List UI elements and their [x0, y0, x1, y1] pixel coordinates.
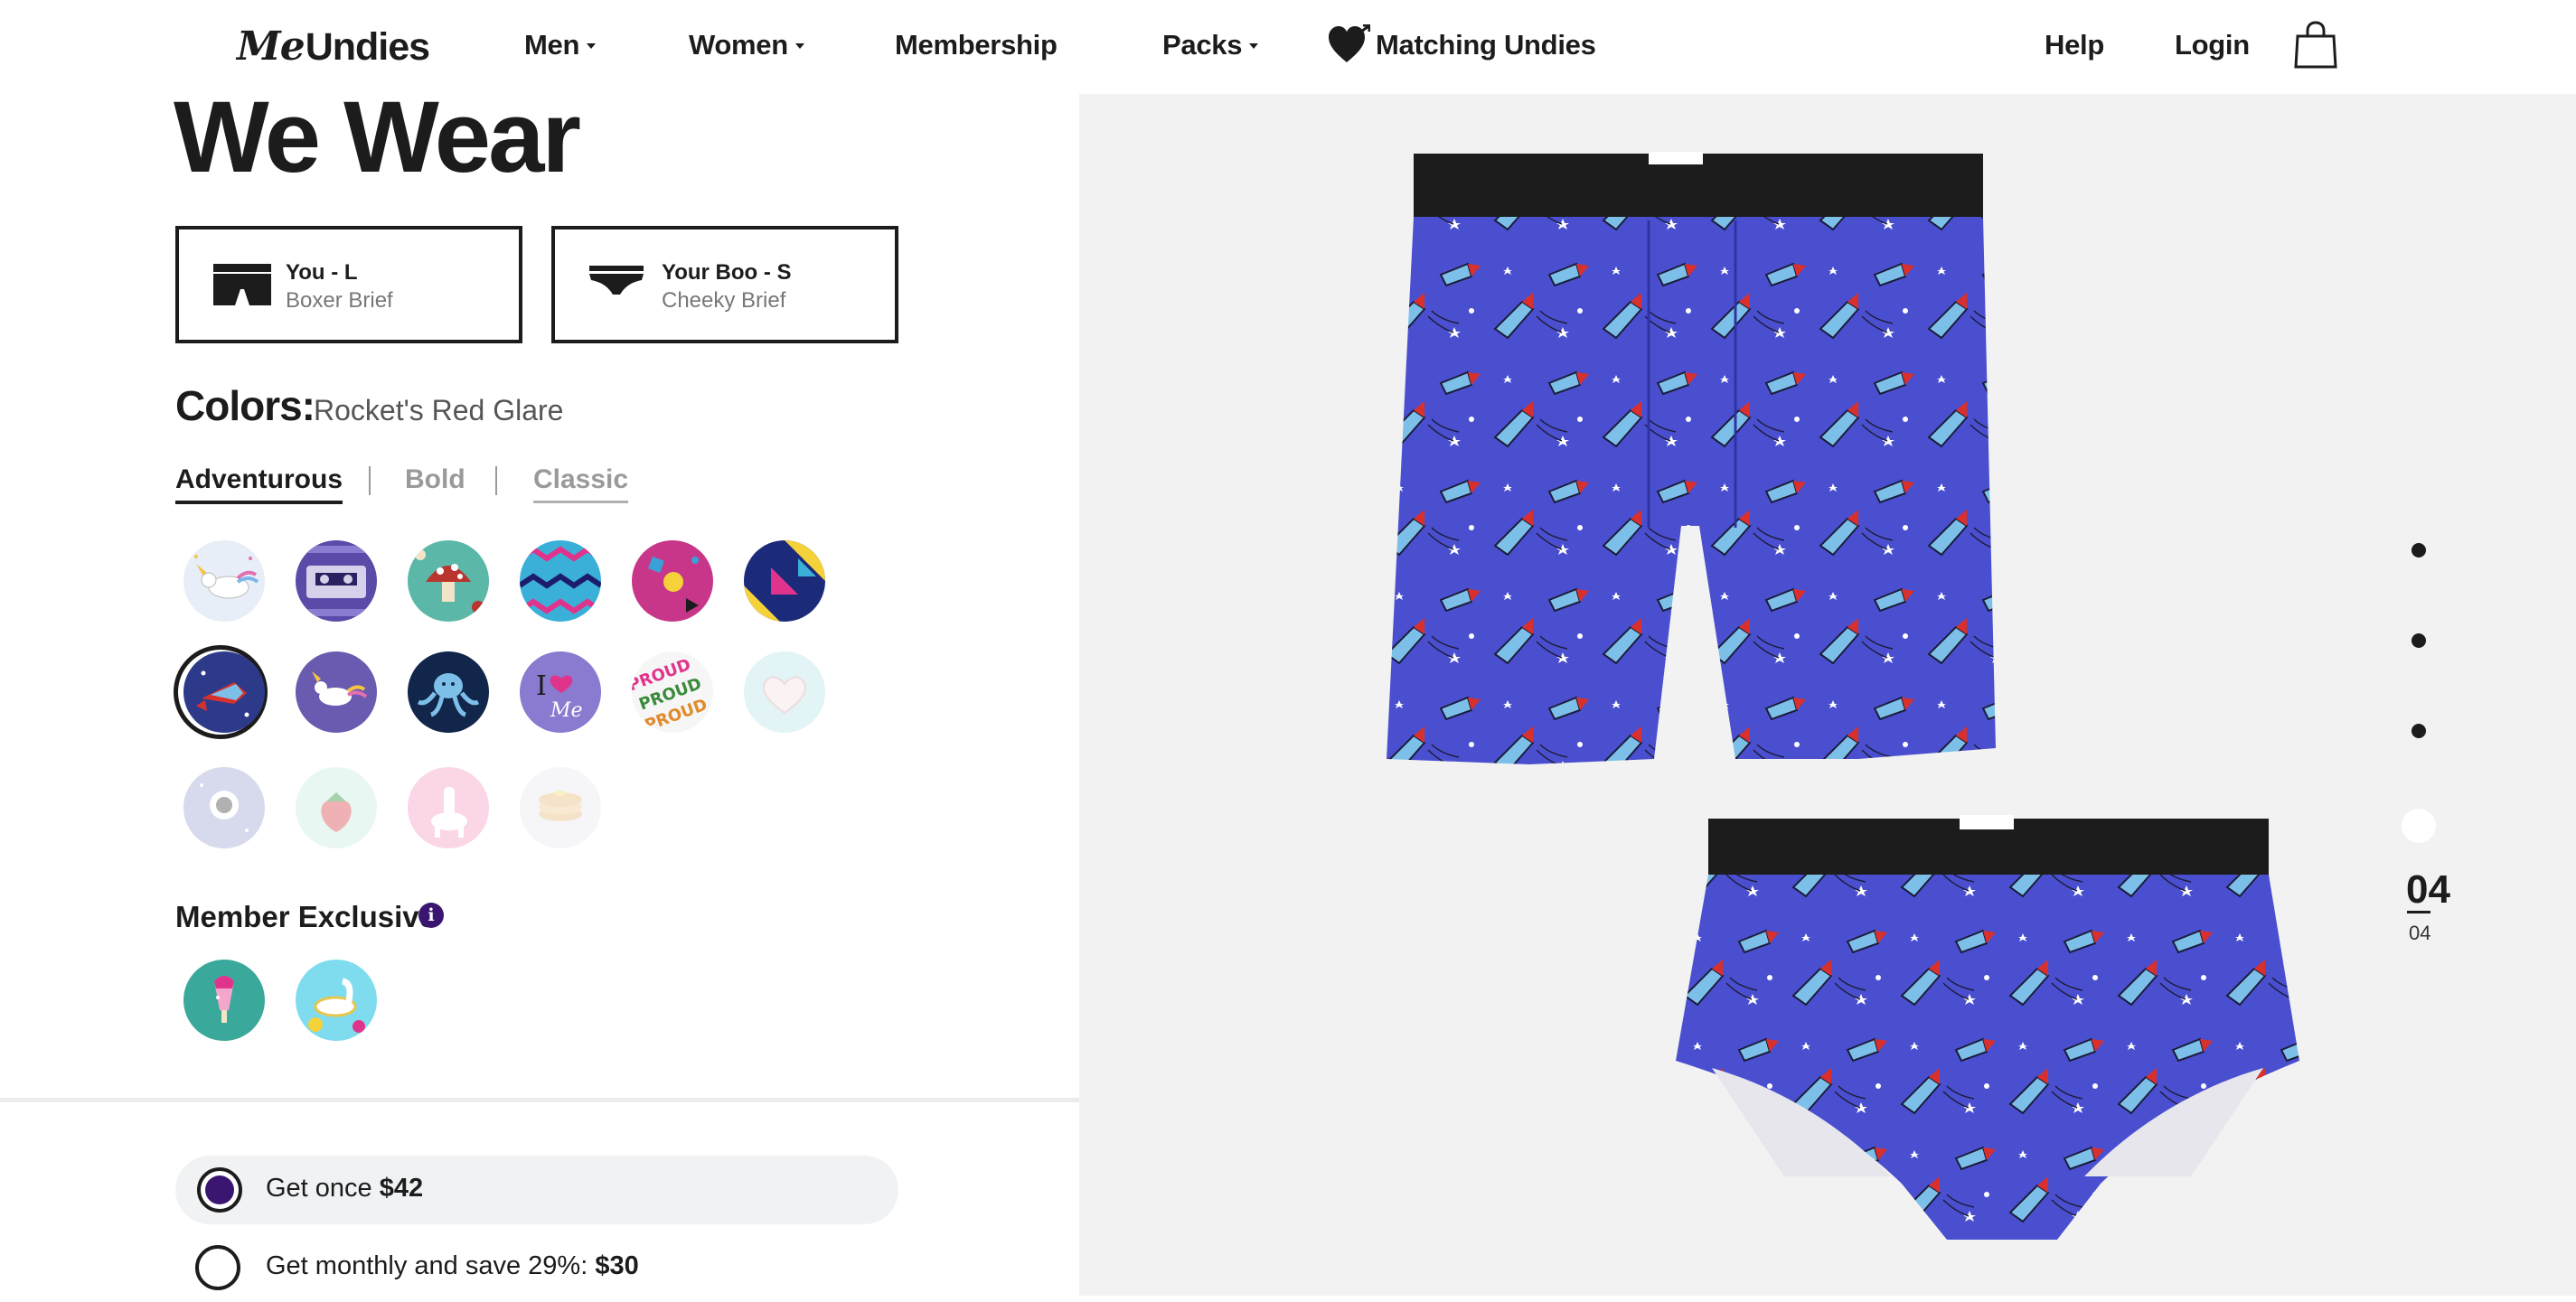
- purchase-once-price: $42: [379, 1174, 424, 1203]
- swatch-pastel-heart[interactable]: [744, 651, 825, 733]
- swatch-cassette[interactable]: [296, 540, 377, 622]
- swatch-retro-zigzag[interactable]: [520, 540, 601, 622]
- logo-undies: Undies: [305, 25, 430, 69]
- swatch-strawberry[interactable]: [296, 767, 377, 848]
- swatch-rockets-red-glare[interactable]: [183, 651, 265, 733]
- info-icon[interactable]: i: [418, 903, 444, 928]
- chevron-down-icon: [587, 43, 597, 49]
- nav-membership[interactable]: Membership: [895, 25, 1058, 65]
- swatch-i-heart-me[interactable]: I Me: [520, 651, 601, 733]
- login-label: Login: [2175, 29, 2250, 61]
- swatch-swan-floatie[interactable]: [296, 960, 377, 1041]
- site-header: Me Undies Men Women Membership Packs Matc…: [0, 0, 2576, 94]
- gallery-dot-3[interactable]: [2411, 724, 2426, 738]
- swatch-pancakes[interactable]: [520, 767, 601, 848]
- fit-boo-style: Cheeky Brief: [662, 288, 786, 313]
- meundies-logo[interactable]: Me Undies: [237, 23, 430, 70]
- swatch-llama[interactable]: [408, 767, 489, 848]
- heart-arrow-icon: [1329, 24, 1370, 62]
- nav-women[interactable]: Women: [689, 25, 804, 65]
- page-heading: We Wear: [174, 80, 581, 193]
- swatch-memphis-pink[interactable]: [632, 540, 713, 622]
- member-exclusive-label: Member Exclusive: [175, 900, 436, 933]
- radio-monthly[interactable]: [195, 1245, 240, 1290]
- shopping-bag-icon[interactable]: [2294, 20, 2337, 69]
- gallery-dot-1[interactable]: [2411, 543, 2426, 557]
- tab-classic[interactable]: Classic: [533, 464, 629, 503]
- svg-text:Me: Me: [550, 699, 583, 722]
- purchase-option-monthly[interactable]: Get monthly and save 29%: $30: [175, 1233, 898, 1302]
- purchase-monthly-price: $30: [595, 1251, 639, 1280]
- radio-once[interactable]: [197, 1167, 242, 1213]
- help-link[interactable]: Help: [2045, 25, 2104, 65]
- nav-matching-undies[interactable]: Matching Undies: [1327, 24, 1596, 65]
- nav-men[interactable]: Men: [524, 25, 597, 65]
- fit-you-style: Boxer Brief: [286, 288, 393, 313]
- purchase-once-label: Get once: [266, 1174, 380, 1203]
- logo-me: Me: [237, 23, 306, 70]
- section-divider: [0, 1098, 1079, 1102]
- help-label: Help: [2045, 29, 2104, 61]
- tab-divider: [495, 466, 497, 495]
- nav-matching-undies-label: Matching Undies: [1376, 29, 1596, 61]
- boxer-brief-icon: [213, 264, 271, 305]
- nav-packs[interactable]: Packs: [1162, 25, 1259, 65]
- purchase-monthly-label: Get monthly and save 29%:: [266, 1251, 596, 1280]
- swatch-geo-triangles[interactable]: [744, 540, 825, 622]
- nav-packs-label: Packs: [1162, 29, 1243, 61]
- swatch-proud[interactable]: PROUD PROUD PROUD: [632, 651, 713, 733]
- gallery-current-slide: 04: [2406, 867, 2450, 912]
- chevron-down-icon: [1249, 43, 1259, 49]
- gallery-dot-2[interactable]: [2411, 633, 2426, 648]
- tab-divider: [369, 466, 371, 495]
- colors-label: Colors:: [175, 382, 315, 429]
- nav-men-label: Men: [524, 29, 580, 61]
- swatch-ice-pop[interactable]: [183, 960, 265, 1041]
- swatch-unicorn[interactable]: [183, 540, 265, 622]
- product-image-panel: [1079, 94, 2576, 1296]
- tab-adventurous[interactable]: Adventurous: [175, 464, 343, 504]
- fit-you-name: You - L: [286, 260, 358, 285]
- svg-text:I: I: [536, 670, 547, 702]
- tab-bold[interactable]: Bold: [405, 464, 465, 501]
- purchase-once-text: Get once $42: [266, 1174, 423, 1204]
- gallery-dot-4-active[interactable]: [2402, 809, 2436, 843]
- boxer-brief-product-image[interactable]: [1377, 148, 2010, 817]
- swatch-mushroom[interactable]: [408, 540, 489, 622]
- purchase-option-once[interactable]: Get once $42: [175, 1156, 898, 1224]
- swatch-unicorn-purple[interactable]: [296, 651, 377, 733]
- chevron-down-icon: [794, 43, 804, 49]
- purchase-monthly-text: Get monthly and save 29%: $30: [266, 1251, 639, 1281]
- swatch-octopus[interactable]: [408, 651, 489, 733]
- cheeky-brief-icon: [589, 266, 644, 295]
- gallery-total-slides: 04: [2409, 922, 2431, 944]
- fit-card-your-boo[interactable]: Your Boo - S Cheeky Brief: [551, 226, 898, 343]
- nav-women-label: Women: [689, 29, 788, 61]
- selected-color-name: Rocket's Red Glare: [314, 394, 564, 426]
- fit-boo-name: Your Boo - S: [662, 260, 792, 285]
- swatch-astronaut[interactable]: [183, 767, 265, 848]
- fit-card-you[interactable]: You - L Boxer Brief: [175, 226, 522, 343]
- gallery-counter-divider: [2407, 911, 2430, 913]
- nav-membership-label: Membership: [895, 29, 1058, 61]
- login-link[interactable]: Login: [2175, 25, 2250, 65]
- cheeky-brief-product-image[interactable]: [1676, 815, 2308, 1249]
